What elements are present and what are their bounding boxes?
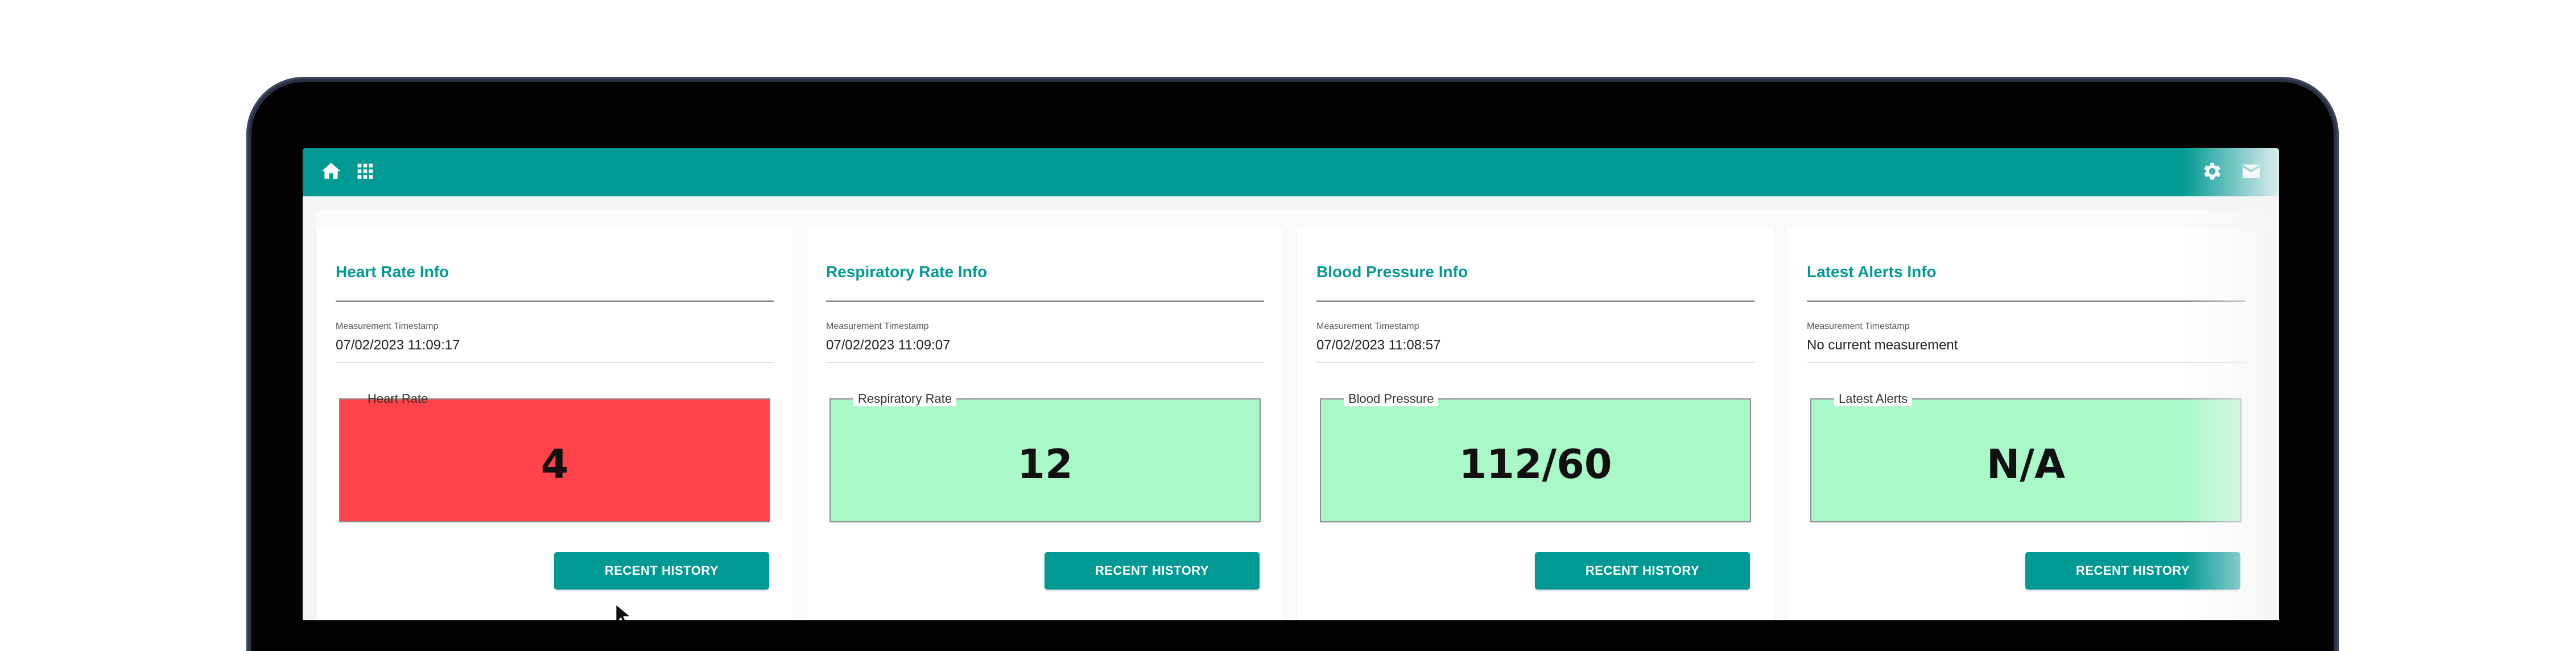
respiratory-rate-card: Respiratory Rate Info Measurement Timest…: [807, 228, 1283, 620]
timestamp-label: Measurement Timestamp: [336, 322, 439, 331]
timestamp-label: Measurement Timestamp: [1807, 322, 1910, 331]
metric-value: 4: [540, 441, 569, 488]
recent-history-button[interactable]: RECENT HISTORY: [1535, 552, 1750, 590]
card-title: Respiratory Rate Info: [826, 263, 988, 281]
card-title: Latest Alerts Info: [1807, 263, 1937, 281]
card-title: Heart Rate Info: [336, 263, 449, 281]
timestamp-label: Measurement Timestamp: [826, 322, 929, 331]
home-icon[interactable]: [320, 160, 342, 183]
mail-icon[interactable]: [2240, 160, 2263, 183]
dashboard-content: Heart Rate Info Measurement Timestamp 07…: [316, 210, 2279, 620]
metric-box: Blood Pressure 112/60: [1320, 392, 1751, 522]
timestamp-value: 07/02/2023 11:08:57: [1316, 337, 1441, 353]
title-divider: [826, 300, 1264, 302]
timestamp-label: Measurement Timestamp: [1316, 322, 1419, 331]
metric-label: Respiratory Rate: [853, 392, 957, 406]
title-divider: [1807, 300, 2245, 302]
top-app-bar: [303, 148, 2279, 196]
mouse-pointer-icon: [615, 603, 633, 620]
recent-history-button[interactable]: RECENT HISTORY: [2025, 552, 2240, 590]
heart-rate-card: Heart Rate Info Measurement Timestamp 07…: [316, 228, 793, 620]
metric-box: Heart Rate 4: [339, 392, 770, 522]
title-divider: [1316, 300, 1755, 302]
metric-box: Latest Alerts N/A: [1810, 392, 2241, 522]
metric-label: Heart Rate: [368, 392, 428, 406]
gear-icon[interactable]: [2200, 160, 2223, 183]
metric-label: Blood Pressure: [1344, 392, 1439, 406]
card-title: Blood Pressure Info: [1316, 263, 1468, 281]
metric-box: Respiratory Rate 12: [829, 392, 1261, 522]
latest-alerts-card: Latest Alerts Info Measurement Timestamp…: [1787, 228, 2264, 620]
recent-history-button[interactable]: RECENT HISTORY: [1045, 552, 1260, 590]
timestamp-value: No current measurement: [1807, 337, 1958, 353]
metric-value: 112/60: [1459, 441, 1612, 488]
metric-value: N/A: [1986, 441, 2066, 488]
app-screen: Heart Rate Info Measurement Timestamp 07…: [303, 148, 2279, 620]
recent-history-button[interactable]: RECENT HISTORY: [554, 552, 769, 590]
timestamp-value: 07/02/2023 11:09:07: [826, 337, 951, 353]
title-divider: [336, 300, 774, 302]
metric-value: 12: [1017, 441, 1073, 488]
apps-grid-icon[interactable]: [354, 160, 377, 183]
blood-pressure-card: Blood Pressure Info Measurement Timestam…: [1297, 228, 1774, 620]
metric-label: Latest Alerts: [1834, 392, 1913, 406]
timestamp-value: 07/02/2023 11:09:17: [336, 337, 460, 353]
